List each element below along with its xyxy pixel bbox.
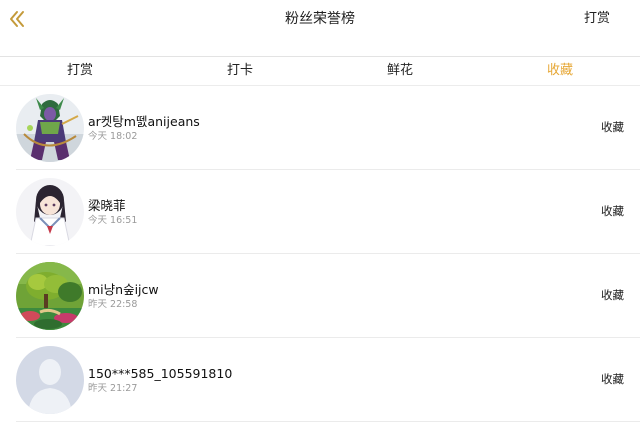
tab-tips[interactable]: 打赏 [0, 57, 160, 85]
timestamp: 今天 16:51 [88, 215, 138, 226]
list-item[interactable]: 150***585_105591810 昨天 21:27 收藏 [0, 338, 640, 422]
list-item[interactable]: mi냥n숲ijcw 昨天 22:58 收藏 [0, 254, 640, 338]
tab-favorites[interactable]: 收藏 [480, 57, 640, 85]
row-divider [16, 421, 640, 422]
fan-list: ar켓탕m뗈anijeans 今天 18:02 收藏 梁晓菲 今天 16:51 … [0, 86, 640, 422]
list-item[interactable]: 梁晓菲 今天 16:51 收藏 [0, 170, 640, 254]
default-person-avatar [16, 346, 84, 414]
anime-girl-avatar [16, 178, 84, 246]
list-item[interactable]: ar켓탕m뗈anijeans 今天 18:02 收藏 [0, 86, 640, 170]
user-name: 梁晓菲 [88, 198, 126, 213]
warrior-character-avatar [16, 94, 84, 162]
favorite-label: 收藏 [601, 288, 624, 302]
tab-checkin[interactable]: 打卡 [160, 57, 320, 85]
timestamp: 今天 18:02 [88, 131, 138, 142]
user-name: 150***585_105591810 [88, 366, 233, 381]
tab-bar: 打赏 打卡 鲜花 收藏 [0, 57, 640, 85]
top-bar: 粉丝荣誉榜 打赏 [0, 0, 640, 56]
favorite-label: 收藏 [601, 372, 624, 386]
chevron-left-icon [10, 11, 24, 27]
timestamp: 昨天 21:27 [88, 383, 138, 394]
timestamp: 昨天 22:58 [88, 299, 138, 310]
user-name: mi냥n숲ijcw [88, 282, 159, 297]
page-title-wrap: 粉丝荣誉榜 [0, 10, 640, 28]
garden-landscape-avatar [16, 262, 84, 330]
favorite-label: 收藏 [601, 120, 624, 134]
tab-flowers[interactable]: 鲜花 [320, 57, 480, 85]
favorite-label: 收藏 [601, 204, 624, 218]
tip-button[interactable]: 打赏 [584, 10, 610, 28]
fan-honor-page: 粉丝荣誉榜 打赏 打赏 打卡 鲜花 收藏 ar켓탕m뗈anijeans 今天 1… [0, 0, 640, 427]
back-button[interactable] [4, 6, 30, 32]
user-name: ar켓탕m뗈anijeans [88, 114, 200, 129]
page-title: 粉丝荣誉榜 [285, 11, 355, 27]
